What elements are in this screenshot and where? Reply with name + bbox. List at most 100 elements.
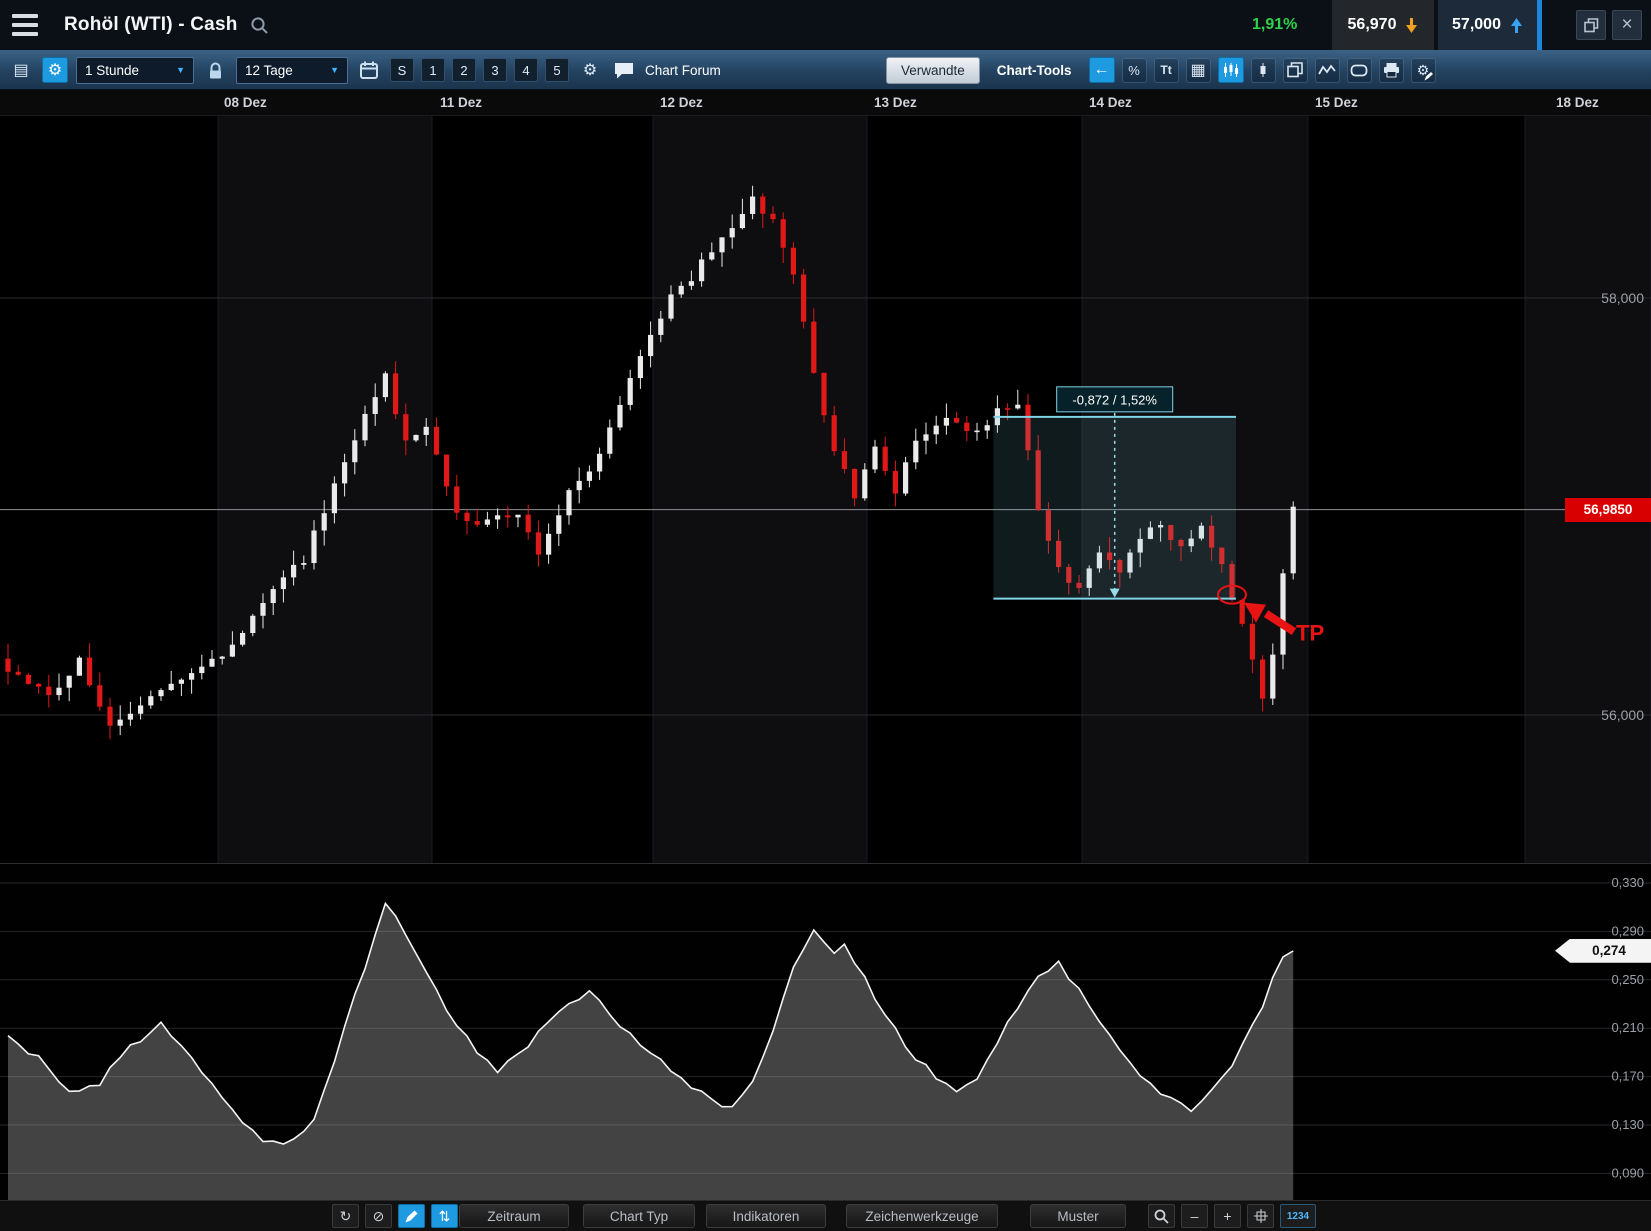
svg-text:0,170: 0,170 <box>1611 1069 1644 1084</box>
speed-button-2[interactable]: 2 <box>452 58 476 82</box>
shape-tool-button[interactable] <box>1347 58 1372 83</box>
refresh-icon: ↻ <box>340 1208 352 1225</box>
svg-text:56,000: 56,000 <box>1601 707 1644 723</box>
calendar-icon <box>360 61 378 79</box>
panel-list-icon: ▤ <box>13 60 28 80</box>
chart-toolbar: ▤ ⚙ 1 Stunde ▼ 12 Tage ▼ <box>0 50 1651 90</box>
indicator-panel[interactable]: 0,3300,2900,2500,2100,1700,1300,090 0,27… <box>0 863 1651 1200</box>
menu-zeitraum[interactable]: Zeitraum <box>459 1204 569 1228</box>
range-select[interactable]: 12 Tage ▼ <box>236 57 348 84</box>
restore-window-button[interactable] <box>1576 10 1606 40</box>
change-percent: 1,91% <box>1252 0 1297 50</box>
printer-icon <box>1383 62 1400 78</box>
lock-icon <box>208 62 223 79</box>
svg-text:58,000: 58,000 <box>1601 290 1644 306</box>
date-axis: 08 Dez 11 Dez 12 Dez 13 Dez 14 Dez 15 De… <box>0 90 1651 116</box>
menu-button[interactable] <box>0 0 48 50</box>
measurement-label: -0,872 / 1,52% <box>1072 392 1157 407</box>
up-down-arrows-icon: ⇅ <box>439 1208 451 1225</box>
back-arrow-button[interactable]: ← <box>1089 57 1115 83</box>
menu-indikatoren[interactable]: Indikatoren <box>706 1204 826 1228</box>
close-icon: × <box>1621 14 1632 36</box>
speed-button-s[interactable]: S <box>390 58 414 82</box>
top-bar: Rohöl (WTI) - Cash 1,91% 56,970 57,000 <box>0 0 1651 50</box>
draw-button[interactable] <box>398 1204 425 1228</box>
sell-price-button[interactable]: 56,970 <box>1332 0 1434 50</box>
tp-label: TP <box>1296 621 1324 646</box>
calendar-button[interactable] <box>356 57 382 83</box>
date-label: 11 Dez <box>440 95 482 110</box>
date-label: 08 Dez <box>224 95 267 110</box>
indicator-canvas[interactable]: 0,3300,2900,2500,2100,1700,1300,090 <box>0 864 1651 1201</box>
refresh-button[interactable]: ↻ <box>332 1204 359 1228</box>
speed-button-3[interactable]: 3 <box>483 58 507 82</box>
minus-icon: – <box>1191 1208 1199 1224</box>
restore-icon <box>1584 18 1599 33</box>
price-chart[interactable]: 58,00056,000-0,872 / 1,52%TP 56,9850 <box>0 116 1651 863</box>
speed-button-1[interactable]: 1 <box>421 58 445 82</box>
chart-forum-link[interactable]: Chart Forum <box>645 63 721 78</box>
hamburger-icon <box>12 14 38 18</box>
date-label: 14 Dez <box>1089 95 1132 110</box>
search-button[interactable] <box>250 16 269 35</box>
candles-icon <box>1223 62 1239 78</box>
candle-icon <box>1255 62 1271 78</box>
crosshair-button[interactable] <box>1247 1204 1274 1228</box>
chart-forum-bubble[interactable] <box>611 57 637 83</box>
date-label: 13 Dez <box>874 95 917 110</box>
print-button[interactable] <box>1379 58 1404 83</box>
lock-button[interactable] <box>202 57 228 83</box>
svg-text:0,290: 0,290 <box>1611 923 1644 938</box>
zoom-button[interactable] <box>1148 1204 1175 1228</box>
candle-order-button[interactable]: ⇅ <box>431 1204 458 1228</box>
buy-arrow-icon <box>1510 18 1523 33</box>
chart-tools-tab[interactable]: Chart-Tools <box>987 63 1082 78</box>
svg-text:0,130: 0,130 <box>1611 1117 1644 1132</box>
panel-list-button[interactable]: ▤ <box>8 57 34 83</box>
left-arrow-icon: ← <box>1094 61 1110 79</box>
chevron-down-icon: ▼ <box>330 65 339 75</box>
grid-icon: ▦ <box>1190 60 1205 80</box>
svg-text:0,210: 0,210 <box>1611 1020 1644 1035</box>
rounded-rect-icon <box>1350 64 1368 77</box>
speed-button-5[interactable]: 5 <box>545 58 569 82</box>
grid-toggle-button[interactable]: ▦ <box>1186 58 1211 83</box>
gear-pencil-icon: ⚙ <box>1417 62 1430 79</box>
disable-tool-button[interactable]: ⊘ <box>365 1204 392 1228</box>
zoom-in-button[interactable]: + <box>1214 1204 1241 1228</box>
text-tool-button[interactable]: Tt <box>1154 58 1179 83</box>
cascade-windows-icon <box>1287 62 1303 78</box>
close-button[interactable]: × <box>1612 10 1642 40</box>
single-candle-button[interactable] <box>1251 58 1276 83</box>
pencil-icon <box>405 1210 418 1223</box>
trading-window: Rohöl (WTI) - Cash 1,91% 56,970 57,000 <box>0 0 1651 1231</box>
measurement-tool[interactable]: -0,872 / 1,52% <box>993 387 1236 599</box>
page-title: Rohöl (WTI) - Cash <box>64 14 238 36</box>
date-label: 18 Dez <box>1556 95 1599 110</box>
verwandte-button[interactable]: Verwandte <box>886 57 980 84</box>
settings-gear-button[interactable]: ⚙ <box>577 57 603 83</box>
price-chart-canvas[interactable]: 58,000 56,000 -0,872 / 1,52% TP <box>0 116 1651 863</box>
values-1234-button[interactable]: 1234 <box>1280 1204 1316 1228</box>
chevron-down-icon: ▼ <box>176 65 185 75</box>
crosshair-icon <box>1253 1208 1269 1224</box>
gear-icon: ⚙ <box>48 60 62 80</box>
chart-settings-button[interactable]: ⚙ <box>42 57 68 83</box>
cascade-windows-button[interactable] <box>1283 58 1308 83</box>
percent-scale-button[interactable]: % <box>1122 58 1147 83</box>
indicator-wave-button[interactable] <box>1315 58 1340 83</box>
date-label: 12 Dez <box>660 95 703 110</box>
chart-options-button[interactable]: ⚙ <box>1411 58 1436 83</box>
buy-price-button[interactable]: 57,000 <box>1438 0 1542 50</box>
menu-chart-typ[interactable]: Chart Typ <box>583 1204 695 1228</box>
interval-select[interactable]: 1 Stunde ▼ <box>76 57 194 84</box>
svg-text:0,250: 0,250 <box>1611 972 1644 987</box>
zoom-out-button[interactable]: – <box>1181 1204 1208 1228</box>
search-icon <box>250 16 269 35</box>
menu-zeichenwerkzeuge[interactable]: Zeichenwerkzeuge <box>846 1204 998 1228</box>
gear-icon: ⚙ <box>583 60 597 80</box>
plus-icon: + <box>1223 1208 1231 1224</box>
menu-muster[interactable]: Muster <box>1030 1204 1126 1228</box>
candle-type-button[interactable] <box>1218 57 1244 83</box>
speed-button-4[interactable]: 4 <box>514 58 538 82</box>
